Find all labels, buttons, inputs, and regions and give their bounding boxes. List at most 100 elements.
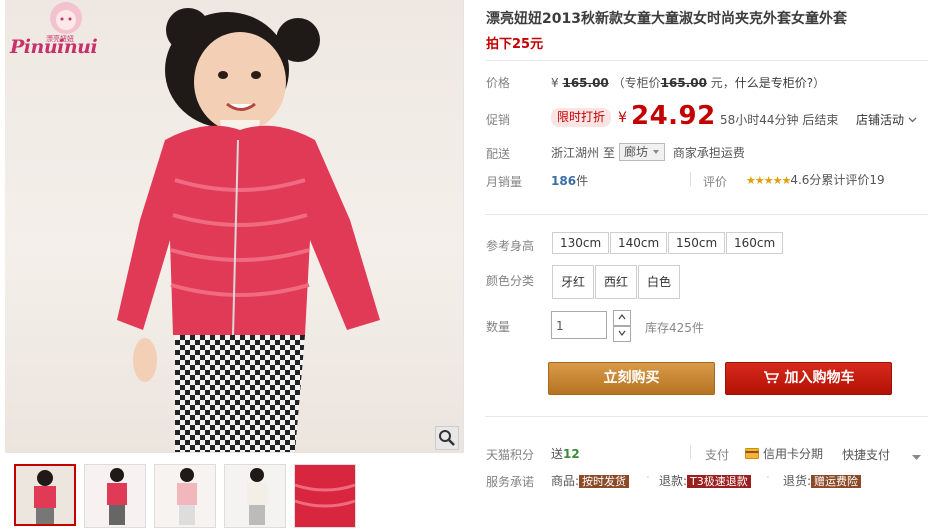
divider-vertical	[690, 445, 691, 459]
rating-score: 4.6分	[790, 173, 822, 187]
shipping-to-word: 至	[603, 145, 616, 160]
product-photo-illustration	[117, 8, 380, 452]
service-badge: 赠运费险	[811, 475, 862, 488]
service-label: 服务承诺	[486, 475, 535, 489]
thumbnail-2-image	[85, 465, 145, 527]
brand-logo-face-icon	[50, 2, 82, 34]
shipping-from: 浙江湖州	[551, 145, 600, 160]
stock-count: 库存425件	[645, 321, 704, 335]
sales-label: 月销量	[486, 175, 523, 189]
zoom-button[interactable]	[435, 426, 459, 450]
shipping-fee-note: 商家承担运费	[672, 145, 745, 160]
credit-card-label: 信用卡分期	[763, 447, 824, 461]
promo-currency: ¥	[618, 110, 627, 126]
store-activity-label: 店铺活动	[856, 113, 905, 127]
service-prefix: 商品:	[551, 474, 580, 488]
thumbnail-1[interactable]	[14, 464, 76, 526]
buy-now-label: 立刻购买	[603, 370, 660, 386]
arrow-up-icon	[618, 314, 626, 320]
chevron-down-icon	[908, 117, 917, 123]
quantity-decrease-button[interactable]	[613, 326, 631, 342]
sales-count-unit: 件	[576, 174, 589, 188]
points-value: 送12	[551, 445, 580, 462]
size-option-130[interactable]: 130cm	[552, 232, 610, 254]
divider	[485, 60, 928, 61]
buy-now-button[interactable]: 立刻购买	[548, 362, 715, 395]
product-main-image[interactable]: 漂亮妞妞 Pinuinui	[5, 0, 464, 453]
promotion-label: 促销	[486, 113, 511, 127]
rating-summary[interactable]: ★★★★★4.6分累计评价19	[746, 171, 885, 188]
service-badge: 按时发货	[579, 475, 630, 488]
thumbnail-3-image	[155, 465, 215, 527]
product-subtitle: 拍下25元	[486, 37, 544, 52]
counter-price-help-link[interactable]: 什么是专柜价?	[735, 76, 813, 90]
counter-note-prefix: （专柜价	[612, 76, 661, 90]
thumbnail-5[interactable]	[294, 464, 356, 528]
shipping-row: 浙江湖州 至 廊坊 商家承担运费	[551, 143, 745, 161]
original-price: 165.00	[562, 76, 609, 90]
service-item-refund[interactable]: 退款: T3极速退款	[659, 472, 751, 489]
dot-separator: ·	[766, 470, 770, 484]
thumbnail-4[interactable]	[224, 464, 286, 528]
size-option-150[interactable]: 150cm	[668, 232, 726, 254]
color-label: 颜色分类	[486, 274, 535, 288]
caret-down-icon	[652, 150, 659, 154]
thumbnail-4-image	[225, 465, 285, 527]
service-badge: T3极速退款	[687, 475, 751, 488]
color-option-western-red[interactable]: 西红	[595, 265, 638, 299]
brand-logo-text: Pinuinui	[10, 36, 98, 58]
points-prefix: 送	[551, 447, 564, 461]
quantity-increase-button[interactable]	[613, 310, 631, 326]
dot-separator: ·	[646, 470, 650, 484]
thumbnail-1-image	[16, 466, 74, 524]
price-label: 价格	[486, 76, 511, 90]
shipping-label: 配送	[486, 147, 511, 161]
divider-vertical	[690, 172, 691, 186]
payment-expand[interactable]	[912, 450, 921, 464]
size-option-160[interactable]: 160cm	[726, 232, 784, 254]
size-option-140[interactable]: 140cm	[610, 232, 668, 254]
service-item-shipping[interactable]: 商品: 按时发货	[551, 472, 630, 489]
counter-note-close: ）	[813, 76, 826, 90]
thumbnail-5-image	[295, 465, 355, 527]
price-row: ¥ 165.00 （专柜价165.00 元，什么是专柜价?）	[551, 74, 825, 91]
review-count: 累计评价19	[821, 173, 885, 187]
credit-card-icon	[745, 448, 759, 459]
arrow-down-icon	[618, 330, 626, 336]
quantity-input[interactable]: 1	[551, 311, 607, 339]
divider	[485, 416, 928, 417]
service-prefix: 退货:	[783, 474, 812, 488]
service-prefix: 退款:	[659, 474, 688, 488]
rating-stars: ★★★★★	[746, 174, 791, 187]
rating-label: 评价	[703, 175, 728, 189]
pay-label: 支付	[705, 448, 730, 462]
promotion-tag: 限时打折	[551, 108, 612, 127]
caret-down-icon	[912, 455, 921, 460]
magnifier-icon	[439, 430, 455, 446]
points-label: 天猫积分	[486, 448, 535, 462]
counter-note-suffix: 元，	[710, 76, 735, 90]
divider	[485, 214, 928, 215]
counter-price: 165.00	[660, 76, 707, 90]
price-currency: ¥	[551, 76, 559, 90]
size-label: 参考身高	[486, 239, 535, 253]
color-option-ivory-red[interactable]: 牙红	[552, 265, 595, 299]
sales-count-value: 186	[551, 174, 577, 188]
store-activity-dropdown[interactable]: 店铺活动	[856, 111, 917, 128]
product-title: 漂亮妞妞2013秋新款女童大童淑女时尚夹克外套女童外套	[486, 11, 847, 27]
thumbnail-3[interactable]	[154, 464, 216, 528]
color-option-white[interactable]: 白色	[638, 265, 681, 299]
add-to-cart-button[interactable]: 加入购物车	[725, 362, 892, 395]
thumbnail-2[interactable]	[84, 464, 146, 528]
destination-select[interactable]: 廊坊	[619, 143, 665, 161]
sales-count: 186件	[551, 172, 588, 189]
quick-pay-label[interactable]: 快捷支付	[842, 446, 890, 463]
add-to-cart-label: 加入购物车	[784, 370, 855, 386]
service-item-return[interactable]: 退货: 赠运费险	[783, 472, 862, 489]
credit-card-installment[interactable]: 信用卡分期	[745, 445, 823, 462]
cart-icon	[763, 371, 779, 384]
quantity-label: 数量	[486, 320, 511, 334]
promo-countdown: 58小时44分钟 后结束	[720, 113, 839, 127]
promo-price: 24.92	[631, 101, 716, 131]
brand-logo: 漂亮妞妞 Pinuinui	[8, 0, 112, 64]
